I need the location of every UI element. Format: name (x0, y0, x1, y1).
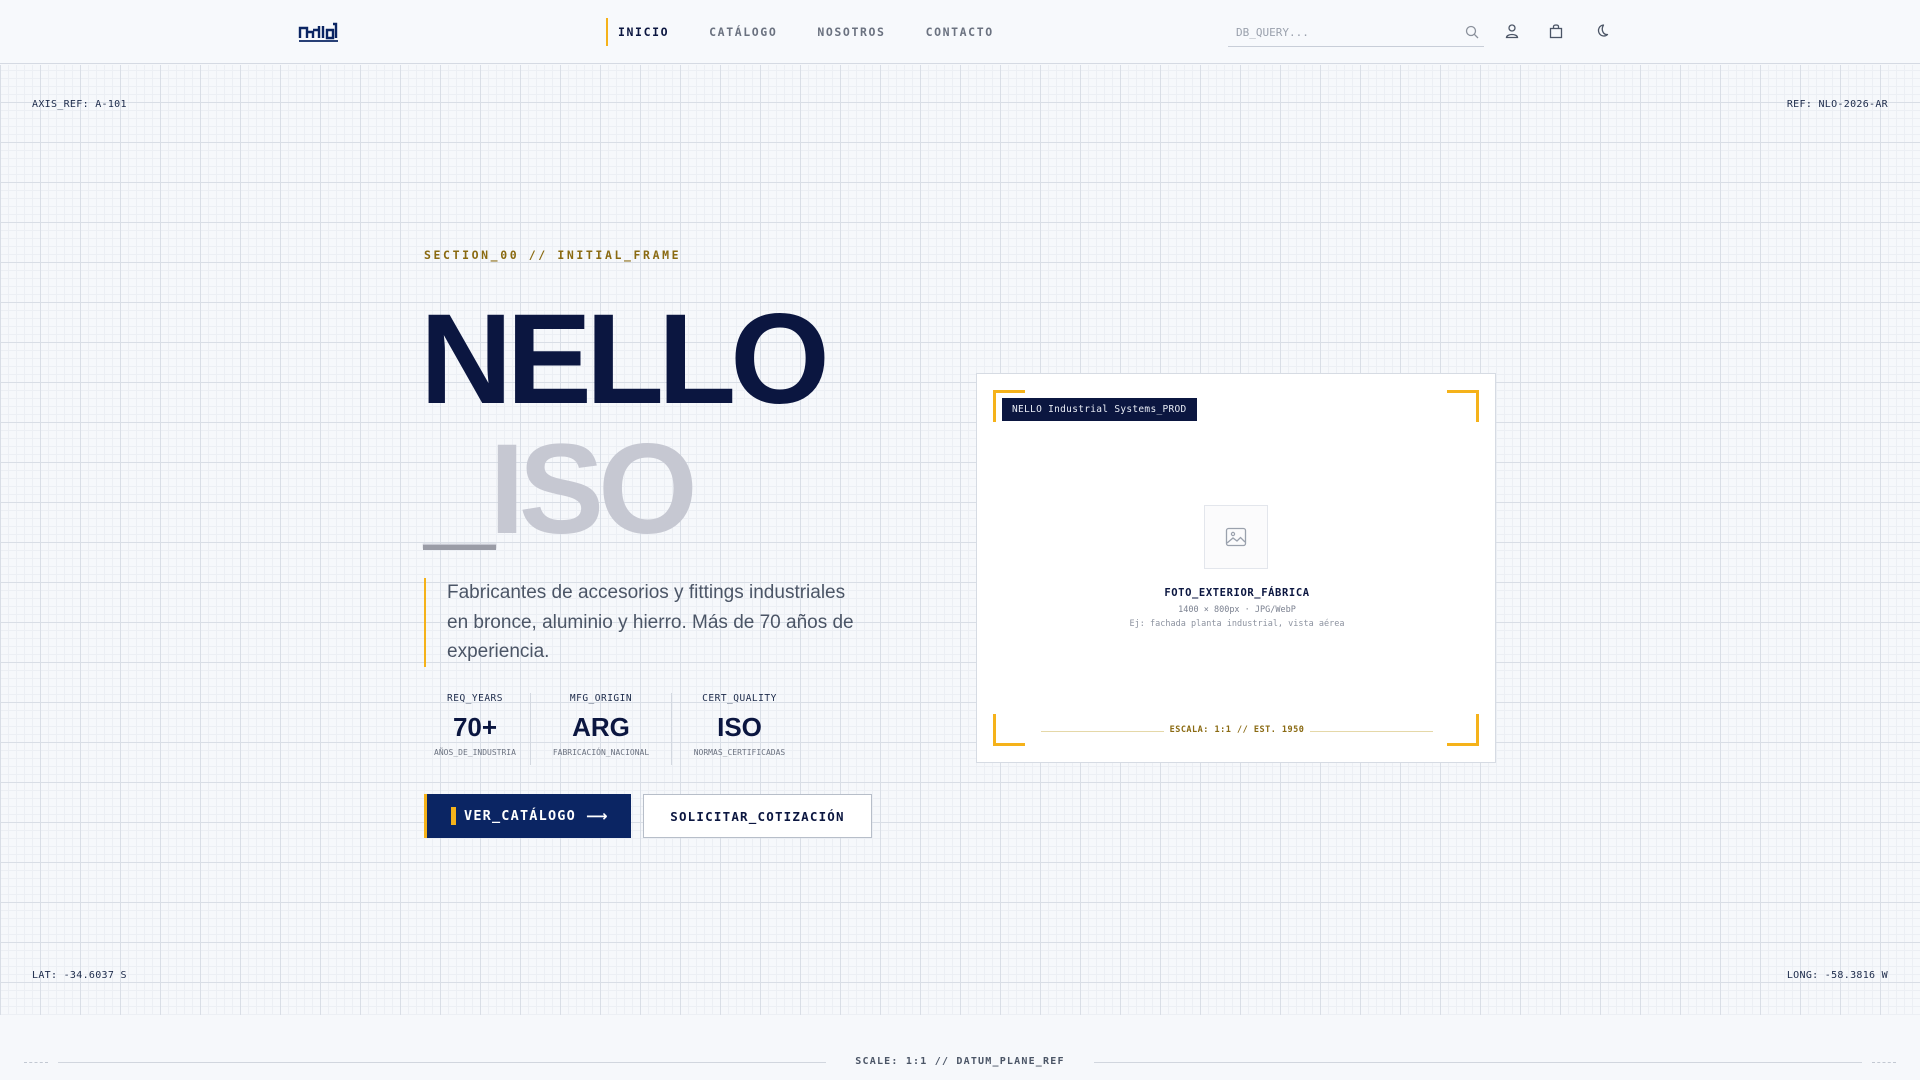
ref-code-label: REF: NLO-2026-AR (1786, 99, 1888, 110)
stat-label: MFG_ORIGIN (569, 693, 633, 704)
stat-quality: CERT_QUALITY ISO NORMAS_CERTIFICADAS (671, 693, 807, 765)
longitude-label: LONG: -58.3816 W (1786, 970, 1888, 981)
card-badge: NELLO Industrial Systems_PROD (1002, 398, 1197, 421)
stat-origin: MFG_ORIGIN ARG FABRICACIÓN_NACIONAL (530, 693, 671, 765)
image-icon (1225, 527, 1247, 547)
nav-catalogo[interactable]: CATÁLOGO (697, 18, 777, 46)
shopping-bag-icon[interactable] (1547, 22, 1565, 40)
latitude-label: LAT: -34.6037 S (32, 970, 127, 981)
axis-ref-label: AXIS_REF: A-101 (32, 99, 127, 110)
stat-sublabel: AÑOS_DE_INDUSTRIA (434, 748, 516, 757)
top-navbar: INICIO CATÁLOGO NOSOTROS CONTACTO (0, 0, 1920, 64)
placeholder-example: Ej: fachada planta industrial, vista aér… (1129, 619, 1345, 629)
hero-title-main: NELLO (420, 288, 830, 431)
hero-description: Fabricantes de accesorios y fittings ind… (424, 578, 864, 667)
placeholder-title: FOTO_EXTERIOR_FÁBRICA (1164, 587, 1310, 599)
button-accent-bar (451, 807, 456, 825)
scale-text: ESCALA: 1:1 // EST. 1950 (1163, 725, 1311, 735)
search-bar (1228, 18, 1484, 47)
search-icon[interactable] (1464, 24, 1480, 40)
nav-nosotros[interactable]: NOSOTROS (805, 18, 885, 46)
view-catalog-label: VER_CATÁLOGO (464, 808, 576, 824)
view-catalog-button[interactable]: VER_CATÁLOGO ⟶ (424, 794, 631, 838)
hero-title-secondary: _ISO (424, 418, 698, 561)
footer-scale-ref: SCALE: 1:1 // DATUM_PLANE_REF (855, 1056, 1065, 1067)
title-underscore-bar (423, 545, 496, 550)
stat-value: ARG (572, 712, 630, 742)
nav-inicio[interactable]: INICIO (606, 18, 669, 46)
stat-sublabel: FABRICACIÓN_NACIONAL (552, 748, 650, 757)
stat-label: CERT_QUALITY (702, 693, 777, 704)
image-placeholder (1204, 505, 1268, 569)
main-nav: INICIO CATÁLOGO NOSOTROS CONTACTO (606, 18, 1022, 46)
scale-label: ESCALA: 1:1 // EST. 1950 (977, 725, 1497, 735)
placeholder-dimensions: 1400 × 800px · JPG/WebP (1178, 605, 1296, 615)
arrow-right-icon: ⟶ (585, 807, 609, 825)
stat-value: 70+ (452, 712, 498, 742)
moon-icon[interactable] (1592, 22, 1610, 40)
factory-image-card: NELLO Industrial Systems_PROD FOTO_EXTER… (976, 373, 1496, 763)
search-input[interactable] (1228, 19, 1448, 45)
request-quote-button[interactable]: SOLICITAR_COTIZACIÓN (643, 794, 872, 838)
stat-sublabel: NORMAS_CERTIFICADAS (693, 748, 786, 757)
blueprint-grid-background (0, 65, 1920, 1015)
user-icon[interactable] (1503, 22, 1521, 40)
nav-contacto[interactable]: CONTACTO (914, 18, 994, 46)
stats-row: REQ_YEARS 70+ AÑOS_DE_INDUSTRIA MFG_ORIG… (420, 693, 807, 765)
stat-value: ISO (717, 712, 762, 742)
stat-label: REQ_YEARS (447, 693, 503, 704)
stat-years: REQ_YEARS 70+ AÑOS_DE_INDUSTRIA (420, 693, 530, 765)
nello-logo[interactable] (298, 20, 340, 44)
section-tag: SECTION_00 // INITIAL_FRAME (424, 248, 682, 262)
corner-bracket (1447, 390, 1479, 422)
